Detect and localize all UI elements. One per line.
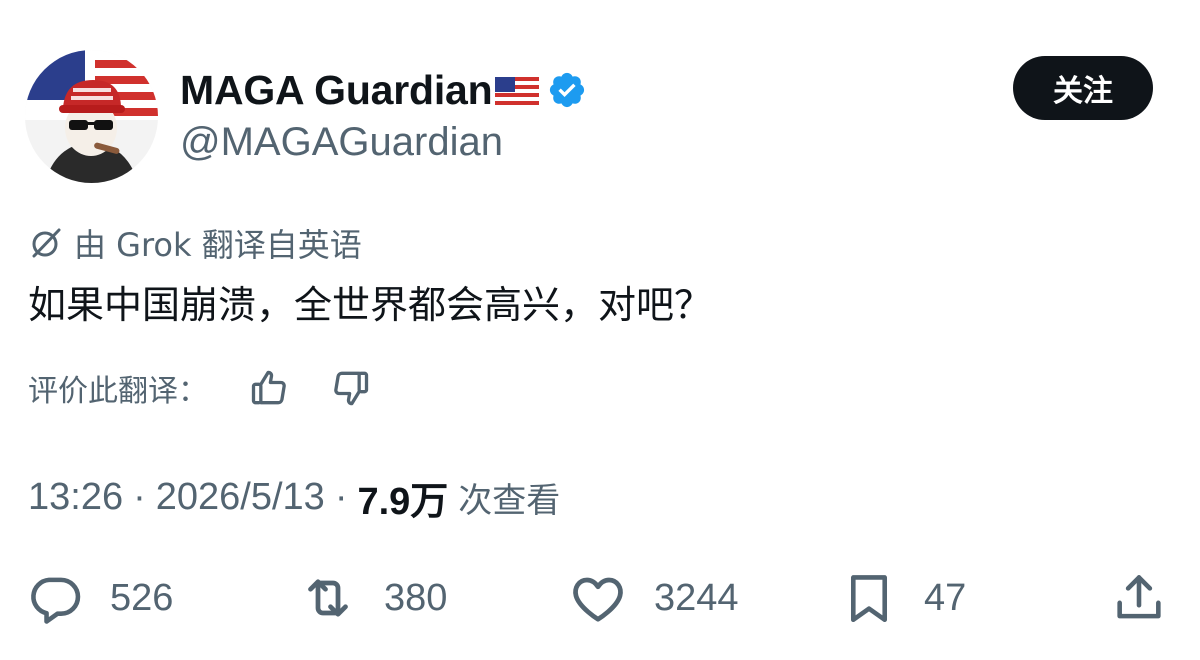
views-label: 次查看 xyxy=(458,480,561,521)
bookmark-icon xyxy=(850,575,888,623)
meta-separator: · xyxy=(133,475,146,518)
tweet-text: 如果中国崩溃，全世界都会高兴，对吧？ xyxy=(28,283,713,327)
rate-translation-row: 评价此翻译： xyxy=(28,366,372,410)
follow-button[interactable]: 关注 xyxy=(1013,56,1153,120)
meta-separator: · xyxy=(334,475,348,518)
thumbs-up-icon[interactable] xyxy=(248,366,292,410)
rate-translation-label: 评价此翻译： xyxy=(28,374,208,409)
tweet-date[interactable]: 2026/5/13 xyxy=(156,476,325,519)
verified-badge-icon[interactable] xyxy=(547,70,587,110)
like-button[interactable]: 3244 xyxy=(568,568,739,628)
heart-icon xyxy=(573,577,623,622)
avatar[interactable] xyxy=(25,50,158,183)
reply-count: 526 xyxy=(110,576,174,619)
bookmark-count: 47 xyxy=(924,576,967,619)
tweet-time[interactable]: 13:26 xyxy=(28,476,123,519)
retweet-icon xyxy=(308,579,348,617)
reply-icon xyxy=(31,577,81,624)
action-bar: 526 380 3244 47 xyxy=(0,568,1200,628)
us-flag-icon xyxy=(494,77,539,105)
bookmark-button[interactable]: 47 xyxy=(840,568,966,628)
translation-notice: 由 Grok 翻译自英语 xyxy=(28,222,362,264)
share-icon xyxy=(1117,575,1161,619)
translation-notice-text: 由 Grok 翻译自英语 xyxy=(74,226,362,264)
like-count: 3244 xyxy=(654,576,739,619)
tweet-meta: 13:26 · 2026/5/13 · 7.9万 次查看 xyxy=(28,470,561,525)
author-handle[interactable]: @MAGAGuardian xyxy=(180,120,503,165)
thumbs-down-icon[interactable] xyxy=(328,366,372,410)
grok-icon xyxy=(28,225,64,261)
retweet-button[interactable]: 380 xyxy=(298,568,447,628)
author-name-row[interactable]: MAGA Guardian xyxy=(180,66,587,114)
author-display-name[interactable]: MAGA Guardian xyxy=(180,67,493,114)
reply-button[interactable]: 526 xyxy=(26,568,173,628)
views-count[interactable]: 7.9万 xyxy=(357,470,448,525)
share-button[interactable] xyxy=(1110,568,1168,628)
retweet-count: 380 xyxy=(384,576,448,619)
